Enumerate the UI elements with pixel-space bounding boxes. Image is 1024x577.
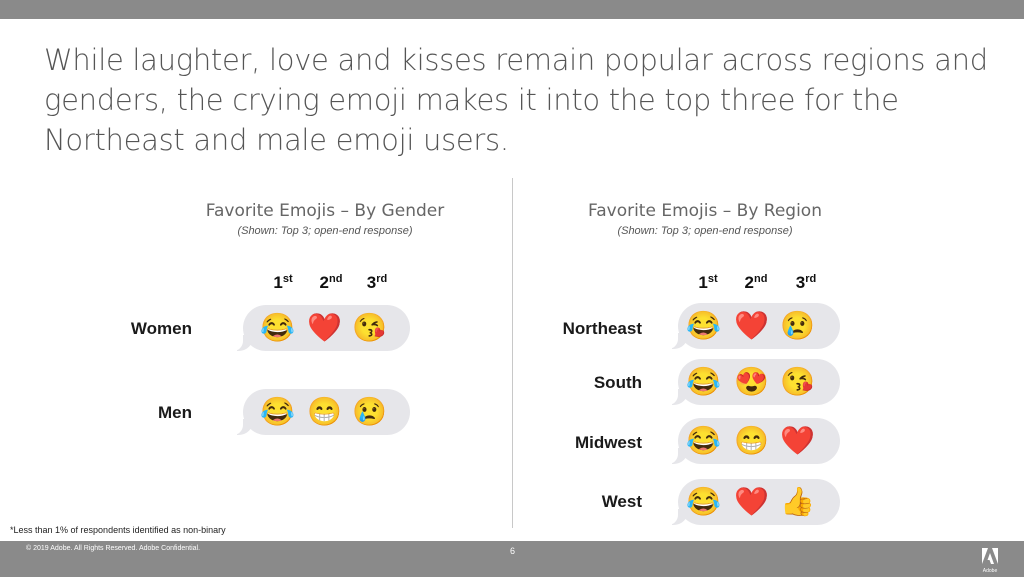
tears-of-joy-emoji-icon: 😂: [686, 486, 721, 517]
thumbs-up-emoji-icon: 👍: [780, 486, 815, 517]
heart-eyes-emoji-icon: 😍: [734, 366, 769, 397]
red-heart-emoji-icon: ❤️: [734, 310, 769, 341]
row-label-west: West: [601, 492, 642, 511]
red-heart-emoji-icon: ❤️: [780, 425, 815, 456]
adobe-logo-icon: Adobe: [982, 548, 998, 574]
slide-headline: While laughter, love and kisses remain p…: [44, 43, 988, 157]
emoji-bubble-women: 😂 ❤️ 😘: [233, 305, 410, 351]
emoji-bubble-men: 😂 😁 😢: [233, 389, 410, 435]
emoji-bubble-northeast: 😂 ❤️ 😢: [668, 303, 840, 349]
region-rank-2: 2nd: [744, 273, 768, 292]
beaming-face-emoji-icon: 😁: [734, 425, 769, 456]
gender-rank-2: 2nd: [319, 273, 343, 292]
row-label-men: Men: [158, 403, 192, 422]
region-panel-title: Favorite Emojis – By Region: [588, 201, 822, 221]
region-rank-1: 1st: [698, 273, 718, 292]
gender-rank-3: 3rd: [366, 273, 388, 292]
row-label-northeast: Northeast: [562, 319, 642, 338]
crying-face-emoji-icon: 😢: [352, 396, 387, 427]
gender-rank-1: 1st: [273, 273, 293, 292]
red-heart-emoji-icon: ❤️: [734, 486, 769, 517]
tears-of-joy-emoji-icon: 😂: [686, 366, 721, 397]
svg-text:Adobe: Adobe: [983, 568, 998, 574]
footer-bar: © 2019 Adobe. All Rights Reserved. Adobe…: [0, 541, 1024, 577]
red-heart-emoji-icon: ❤️: [307, 312, 342, 343]
emoji-bubble-south: 😂 😍 😘: [668, 359, 840, 405]
footnote: *Less than 1% of respondents identified …: [10, 525, 226, 535]
face-blowing-kiss-emoji-icon: 😘: [780, 366, 815, 397]
crying-face-emoji-icon: 😢: [780, 310, 815, 341]
row-label-women: Women: [130, 319, 192, 338]
tears-of-joy-emoji-icon: 😂: [686, 425, 721, 456]
row-label-south: South: [593, 373, 642, 392]
gender-panel-subtitle: (Shown: Top 3; open-end response): [237, 225, 413, 237]
top-bar: [0, 0, 1024, 19]
emoji-bubble-midwest: 😂 😁 ❤️: [668, 418, 840, 464]
tears-of-joy-emoji-icon: 😂: [260, 312, 295, 343]
gender-panel-title: Favorite Emojis – By Gender: [205, 201, 445, 221]
beaming-face-emoji-icon: 😁: [307, 396, 342, 427]
emoji-bubble-west: 😂 ❤️ 👍: [668, 479, 840, 525]
region-rank-3: 3rd: [795, 273, 817, 292]
tears-of-joy-emoji-icon: 😂: [260, 396, 295, 427]
panel-divider: [512, 178, 513, 528]
region-panel-subtitle: (Shown: Top 3; open-end response): [617, 225, 793, 237]
copyright-text: © 2019 Adobe. All Rights Reserved. Adobe…: [26, 545, 201, 552]
row-label-midwest: Midwest: [574, 433, 642, 452]
page-number: 6: [510, 546, 516, 556]
face-blowing-kiss-emoji-icon: 😘: [352, 312, 387, 343]
tears-of-joy-emoji-icon: 😂: [686, 310, 721, 341]
